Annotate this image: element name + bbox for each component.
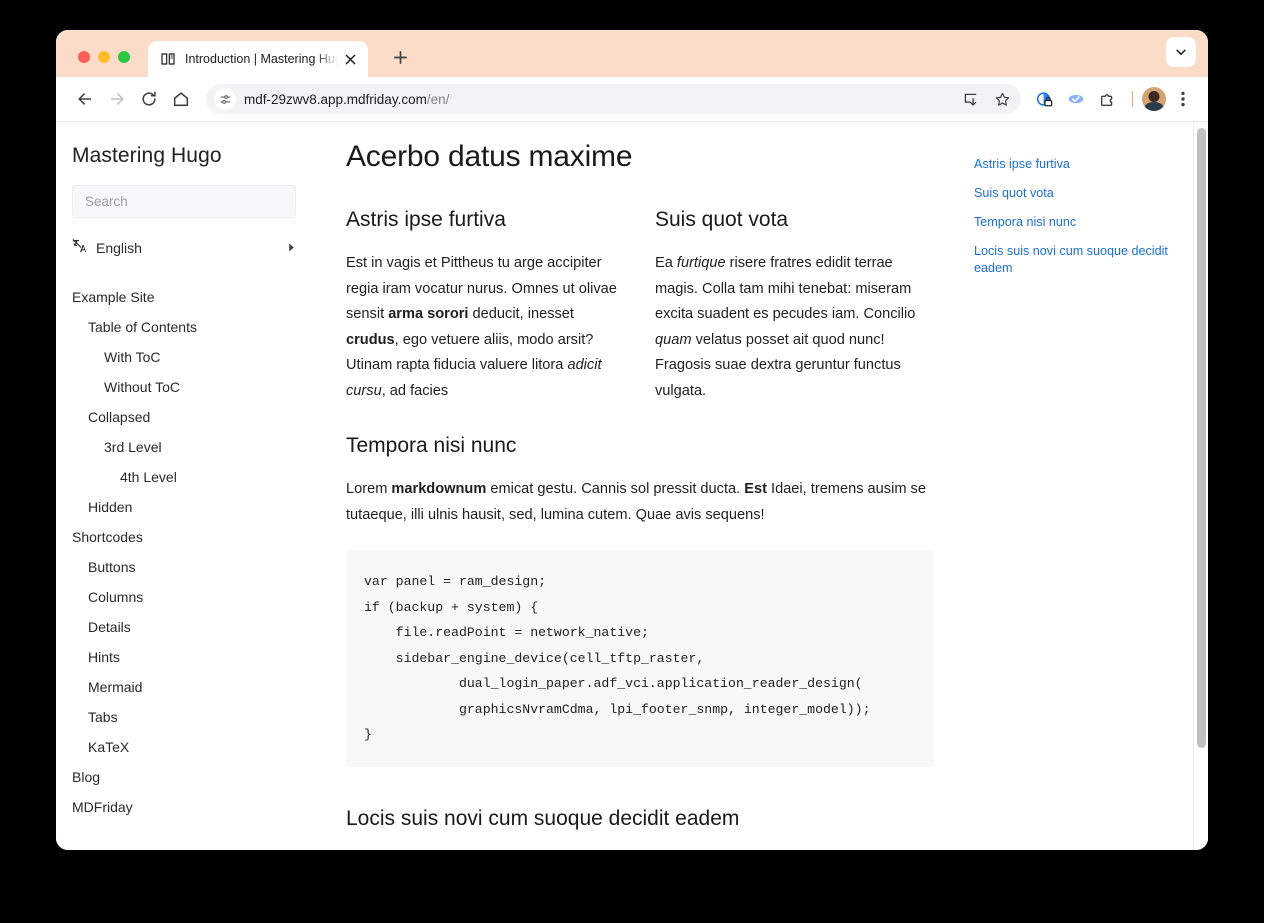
tempora-section: Tempora nisi nunc Lorem markdownum emica… (346, 434, 934, 767)
save-cloud-icon[interactable] (1061, 84, 1091, 114)
text-run: markdownum (391, 481, 487, 497)
page-viewport: Mastering Hugo English (56, 121, 1208, 850)
chevron-right-icon[interactable] (287, 239, 296, 257)
sidebar-item-shortcodes[interactable]: Shortcodes (56, 522, 312, 552)
text-run: arma sorori (388, 306, 469, 322)
privacy-lock-icon[interactable] (1029, 84, 1059, 114)
maximize-window-button[interactable] (118, 51, 130, 63)
column-right-paragraph: Ea furtique risere fratres edidit terrae… (655, 251, 934, 404)
extensions-puzzle-icon[interactable] (1093, 84, 1123, 114)
toc-link[interactable]: Suis quot vota (974, 185, 1190, 202)
text-run: emicat gestu. Cannis sol pressit ducta. (486, 481, 745, 497)
sidebar-item-example-site[interactable]: Example Site (56, 282, 312, 312)
sidebar-item-katex[interactable]: KaTeX (56, 732, 312, 762)
column-left-heading: Astris ipse furtiva (346, 208, 506, 231)
site-sidebar: Mastering Hugo English (56, 122, 312, 850)
section-paragraph: Lorem markdownum emicat gestu. Cannis so… (346, 477, 934, 528)
arrow-right-icon[interactable] (102, 84, 132, 114)
text-run: crudus (346, 331, 395, 348)
browser-window: Introduction | Mastering Hugo mdf-29zwv8… (56, 30, 1208, 850)
text-run: furtique (676, 255, 726, 271)
sidebar-item-blog[interactable]: Blog (56, 762, 312, 792)
language-selector[interactable]: English (56, 232, 312, 264)
home-icon[interactable] (166, 84, 196, 114)
column-left: Astris ipse furtiva Est in vagis et Pitt… (346, 208, 625, 404)
sidebar-item-details[interactable]: Details (56, 612, 312, 642)
sidebar-item-3rd-level[interactable]: 3rd Level (56, 432, 312, 462)
close-icon[interactable] (340, 49, 360, 69)
omnibox-actions (955, 84, 1017, 114)
scrollbar-thumb[interactable] (1197, 128, 1206, 748)
text-run: velatus posset ait quod nunc! Fragosis s… (655, 331, 901, 399)
sidebar-item-buttons[interactable]: Buttons (56, 552, 312, 582)
page-scrollbar[interactable] (1193, 122, 1208, 850)
sidebar-item-columns[interactable]: Columns (56, 582, 312, 612)
column-left-paragraph: Est in vagis et Pittheus tu arge accipit… (346, 251, 625, 404)
search-box[interactable] (72, 185, 296, 218)
arrow-left-icon[interactable] (70, 84, 100, 114)
three-dot-menu-icon[interactable] (1168, 84, 1198, 114)
search-input[interactable] (85, 194, 283, 209)
text-run: deducit, inesset (468, 306, 574, 322)
translate-icon (72, 238, 87, 258)
new-tab-button[interactable] (386, 43, 414, 71)
column-right-heading: Suis quot vota (655, 208, 789, 231)
code-block: var panel = ram_design; if (backup + sys… (346, 550, 934, 767)
text-run: Lorem (346, 481, 392, 497)
text-run: Est (744, 481, 767, 497)
browser-tab[interactable]: Introduction | Mastering Hugo (148, 41, 368, 77)
site-title: Mastering Hugo (72, 144, 222, 167)
toc-link[interactable]: Astris ipse furtiva (974, 156, 1190, 173)
sidebar-item-with-toc[interactable]: With ToC (56, 342, 312, 372)
main-content: Acerbo datus maxime Astris ipse furtiva … (312, 122, 964, 850)
sidebar-item-mermaid[interactable]: Mermaid (56, 672, 312, 702)
tune-icon[interactable] (214, 88, 236, 110)
minimize-window-button[interactable] (98, 51, 110, 63)
window-controls (78, 51, 130, 63)
star-icon[interactable] (987, 84, 1017, 114)
code-text: var panel = ram_design; if (backup + sys… (364, 574, 871, 742)
text-run: quam (655, 331, 692, 348)
sidebar-item-collapsed[interactable]: Collapsed (56, 402, 312, 432)
page-title: Acerbo datus maxime (346, 140, 633, 173)
two-column-section: Astris ipse furtiva Est in vagis et Pitt… (346, 208, 934, 404)
install-app-icon[interactable] (955, 84, 985, 114)
avatar-body (1144, 102, 1164, 111)
sidebar-nav: Example Site Table of Contents With ToC Wit… (56, 282, 312, 822)
section-heading: Tempora nisi nunc (346, 434, 517, 457)
bottom-heading: Locis suis novi cum suoque decidit eadem (346, 806, 740, 830)
avatar-face (1148, 91, 1160, 102)
url-host: mdf-29zwv8.app.mdfriday.com (244, 91, 427, 107)
sidebar-item-without-toc[interactable]: Without ToC (56, 372, 312, 402)
tab-title: Introduction | Mastering Hugo (185, 52, 340, 66)
url-path: /en/ (426, 91, 450, 107)
table-of-contents: Astris ipse furtiva Suis quot vota Tempora… (964, 122, 1208, 850)
address-bar[interactable]: mdf-29zwv8.app.mdfriday.com/en/ (206, 84, 1021, 114)
column-right: Suis quot vota Ea furtique risere fratre… (655, 208, 934, 404)
toc-link[interactable]: Tempora nisi nunc (974, 214, 1190, 231)
tab-search-button[interactable] (1166, 37, 1196, 67)
toc-link[interactable]: Locis suis novi cum suoque decidit eadem (974, 243, 1190, 277)
sidebar-item-hints[interactable]: Hints (56, 642, 312, 672)
book-icon (160, 51, 176, 67)
close-window-button[interactable] (78, 51, 90, 63)
sidebar-item-4th-level[interactable]: 4th Level (56, 462, 312, 492)
browser-toolbar: mdf-29zwv8.app.mdfriday.com/en/ (56, 77, 1208, 121)
sidebar-item-table-of-contents[interactable]: Table of Contents (56, 312, 312, 342)
reload-icon[interactable] (134, 84, 164, 114)
tab-strip: Introduction | Mastering Hugo (56, 30, 1208, 77)
sidebar-item-tabs[interactable]: Tabs (56, 702, 312, 732)
text-run: , ad facies (381, 382, 449, 399)
text-run: Ea (655, 255, 677, 271)
toolbar-divider (1132, 91, 1133, 107)
sidebar-item-hidden[interactable]: Hidden (56, 492, 312, 522)
language-label: English (96, 240, 142, 256)
url-text: mdf-29zwv8.app.mdfriday.com/en/ (244, 92, 955, 107)
sidebar-item-mdfriday[interactable]: MDFriday (56, 792, 312, 822)
avatar[interactable] (1142, 87, 1166, 111)
